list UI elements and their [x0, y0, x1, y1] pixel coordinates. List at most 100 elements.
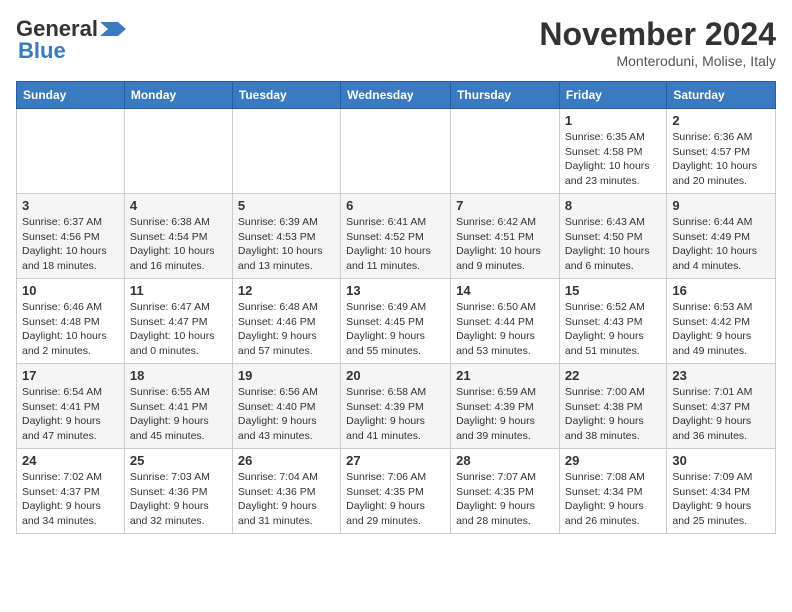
day-info: Sunrise: 6:39 AM Sunset: 4:53 PM Dayligh…	[238, 215, 335, 274]
day-cell-20: 20 Sunrise: 6:58 AM Sunset: 4:39 PM Dayli…	[341, 364, 451, 449]
day-info: Sunrise: 7:07 AM Sunset: 4:35 PM Dayligh…	[456, 470, 554, 529]
day-cell-26: 26Sunrise: 7:04 AM Sunset: 4:36 PM Dayli…	[232, 449, 340, 534]
day-info: Sunrise: 6:55 AM Sunset: 4:41 PM Dayligh…	[130, 385, 227, 444]
day-cell-15: 15 Sunrise: 6:52 AM Sunset: 4:43 PM Dayli…	[559, 279, 666, 364]
day-cell-9: 9 Sunrise: 6:44 AM Sunset: 4:49 PM Daylig…	[667, 194, 776, 279]
day-number: 9	[672, 198, 770, 213]
day-cell-2: 2 Sunrise: 6:36 AM Sunset: 4:57 PM Daylig…	[667, 109, 776, 194]
day-info: Sunrise: 7:00 AM Sunset: 4:38 PM Dayligh…	[565, 385, 661, 444]
day-number: 12	[238, 283, 335, 298]
logo: General Blue	[16, 16, 126, 64]
day-number: 11	[130, 283, 227, 298]
day-info: Sunrise: 7:04 AM Sunset: 4:36 PM Dayligh…	[238, 470, 335, 529]
calendar-title: November 2024	[539, 16, 776, 53]
day-number: 25	[130, 453, 227, 468]
day-cell-30: 30 Sunrise: 7:09 AM Sunset: 4:34 PM Dayli…	[667, 449, 776, 534]
day-info: Sunrise: 6:35 AM Sunset: 4:58 PM Dayligh…	[565, 130, 661, 189]
day-info: Sunrise: 6:48 AM Sunset: 4:46 PM Dayligh…	[238, 300, 335, 359]
weekday-header-saturday: Saturday	[667, 82, 776, 109]
header-row: SundayMondayTuesdayWednesdayThursdayFrid…	[17, 82, 776, 109]
day-cell-3: 3 Sunrise: 6:37 AM Sunset: 4:56 PM Daylig…	[17, 194, 125, 279]
day-cell-29: 29 Sunrise: 7:08 AM Sunset: 4:34 PM Dayli…	[559, 449, 666, 534]
day-number: 24	[22, 453, 119, 468]
day-info: Sunrise: 7:09 AM Sunset: 4:34 PM Dayligh…	[672, 470, 770, 529]
day-cell-25: 25Sunrise: 7:03 AM Sunset: 4:36 PM Dayli…	[124, 449, 232, 534]
week-row: 3 Sunrise: 6:37 AM Sunset: 4:56 PM Daylig…	[17, 194, 776, 279]
day-info: Sunrise: 7:02 AM Sunset: 4:37 PM Dayligh…	[22, 470, 119, 529]
day-info: Sunrise: 7:06 AM Sunset: 4:35 PM Dayligh…	[346, 470, 445, 529]
day-number: 27	[346, 453, 445, 468]
day-number: 7	[456, 198, 554, 213]
day-cell-27: 27 Sunrise: 7:06 AM Sunset: 4:35 PM Dayli…	[341, 449, 451, 534]
day-info: Sunrise: 7:08 AM Sunset: 4:34 PM Dayligh…	[565, 470, 661, 529]
day-cell-17: 17 Sunrise: 6:54 AM Sunset: 4:41 PM Dayli…	[17, 364, 125, 449]
empty-cell	[341, 109, 451, 194]
day-number: 6	[346, 198, 445, 213]
weekday-header-tuesday: Tuesday	[232, 82, 340, 109]
day-number: 22	[565, 368, 661, 383]
day-info: Sunrise: 6:52 AM Sunset: 4:43 PM Dayligh…	[565, 300, 661, 359]
day-cell-5: 5Sunrise: 6:39 AM Sunset: 4:53 PM Daylig…	[232, 194, 340, 279]
day-number: 8	[565, 198, 661, 213]
logo-arrow-icon	[100, 18, 126, 40]
title-block: November 2024 Monteroduni, Molise, Italy	[539, 16, 776, 69]
day-cell-4: 4Sunrise: 6:38 AM Sunset: 4:54 PM Daylig…	[124, 194, 232, 279]
day-cell-12: 12 Sunrise: 6:48 AM Sunset: 4:46 PM Dayli…	[232, 279, 340, 364]
empty-cell	[451, 109, 560, 194]
logo-blue: Blue	[18, 38, 66, 64]
empty-cell	[232, 109, 340, 194]
day-number: 4	[130, 198, 227, 213]
day-cell-19: 19Sunrise: 6:56 AM Sunset: 4:40 PM Dayli…	[232, 364, 340, 449]
day-cell-13: 13 Sunrise: 6:49 AM Sunset: 4:45 PM Dayli…	[341, 279, 451, 364]
day-info: Sunrise: 6:47 AM Sunset: 4:47 PM Dayligh…	[130, 300, 227, 359]
day-cell-22: 22 Sunrise: 7:00 AM Sunset: 4:38 PM Dayli…	[559, 364, 666, 449]
day-info: Sunrise: 6:50 AM Sunset: 4:44 PM Dayligh…	[456, 300, 554, 359]
day-number: 23	[672, 368, 770, 383]
weekday-header-wednesday: Wednesday	[341, 82, 451, 109]
week-row: 1 Sunrise: 6:35 AM Sunset: 4:58 PM Daylig…	[17, 109, 776, 194]
day-number: 2	[672, 113, 770, 128]
day-number: 3	[22, 198, 119, 213]
day-cell-28: 28Sunrise: 7:07 AM Sunset: 4:35 PM Dayli…	[451, 449, 560, 534]
day-info: Sunrise: 6:49 AM Sunset: 4:45 PM Dayligh…	[346, 300, 445, 359]
weekday-header-sunday: Sunday	[17, 82, 125, 109]
day-number: 21	[456, 368, 554, 383]
empty-cell	[17, 109, 125, 194]
weekday-header-monday: Monday	[124, 82, 232, 109]
day-info: Sunrise: 6:43 AM Sunset: 4:50 PM Dayligh…	[565, 215, 661, 274]
day-number: 13	[346, 283, 445, 298]
day-cell-11: 11 Sunrise: 6:47 AM Sunset: 4:47 PM Dayli…	[124, 279, 232, 364]
day-info: Sunrise: 6:44 AM Sunset: 4:49 PM Dayligh…	[672, 215, 770, 274]
day-number: 15	[565, 283, 661, 298]
day-number: 30	[672, 453, 770, 468]
day-info: Sunrise: 6:37 AM Sunset: 4:56 PM Dayligh…	[22, 215, 119, 274]
day-number: 1	[565, 113, 661, 128]
day-cell-8: 8 Sunrise: 6:43 AM Sunset: 4:50 PM Daylig…	[559, 194, 666, 279]
day-cell-7: 7Sunrise: 6:42 AM Sunset: 4:51 PM Daylig…	[451, 194, 560, 279]
day-info: Sunrise: 6:53 AM Sunset: 4:42 PM Dayligh…	[672, 300, 770, 359]
day-number: 18	[130, 368, 227, 383]
day-cell-14: 14 Sunrise: 6:50 AM Sunset: 4:44 PM Dayli…	[451, 279, 560, 364]
day-cell-18: 18 Sunrise: 6:55 AM Sunset: 4:41 PM Dayli…	[124, 364, 232, 449]
day-number: 14	[456, 283, 554, 298]
day-info: Sunrise: 6:54 AM Sunset: 4:41 PM Dayligh…	[22, 385, 119, 444]
day-cell-1: 1 Sunrise: 6:35 AM Sunset: 4:58 PM Daylig…	[559, 109, 666, 194]
day-info: Sunrise: 6:58 AM Sunset: 4:39 PM Dayligh…	[346, 385, 445, 444]
week-row: 10Sunrise: 6:46 AM Sunset: 4:48 PM Dayli…	[17, 279, 776, 364]
day-number: 16	[672, 283, 770, 298]
day-number: 17	[22, 368, 119, 383]
day-info: Sunrise: 6:36 AM Sunset: 4:57 PM Dayligh…	[672, 130, 770, 189]
calendar-table: SundayMondayTuesdayWednesdayThursdayFrid…	[16, 81, 776, 534]
calendar-subtitle: Monteroduni, Molise, Italy	[539, 53, 776, 69]
day-number: 19	[238, 368, 335, 383]
day-info: Sunrise: 6:46 AM Sunset: 4:48 PM Dayligh…	[22, 300, 119, 359]
day-cell-24: 24 Sunrise: 7:02 AM Sunset: 4:37 PM Dayli…	[17, 449, 125, 534]
day-info: Sunrise: 6:41 AM Sunset: 4:52 PM Dayligh…	[346, 215, 445, 274]
weekday-header-friday: Friday	[559, 82, 666, 109]
empty-cell	[124, 109, 232, 194]
day-cell-10: 10Sunrise: 6:46 AM Sunset: 4:48 PM Dayli…	[17, 279, 125, 364]
day-info: Sunrise: 6:59 AM Sunset: 4:39 PM Dayligh…	[456, 385, 554, 444]
day-number: 20	[346, 368, 445, 383]
week-row: 24 Sunrise: 7:02 AM Sunset: 4:37 PM Dayli…	[17, 449, 776, 534]
day-number: 29	[565, 453, 661, 468]
